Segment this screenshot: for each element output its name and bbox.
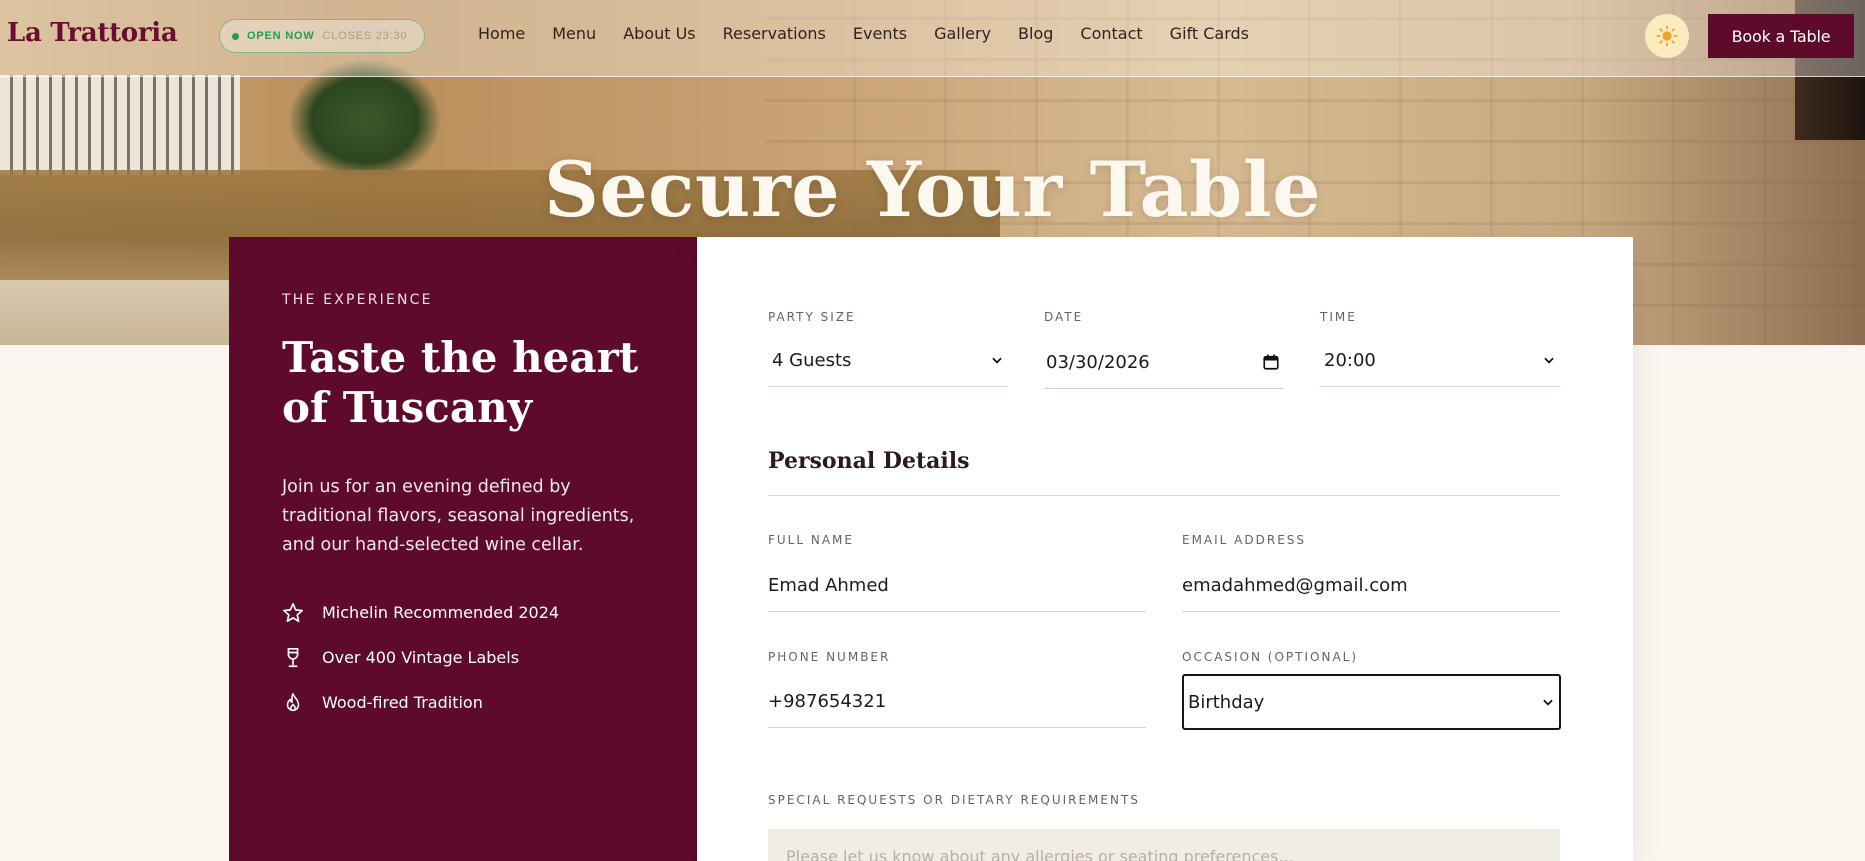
time-value: 20:00 (1324, 350, 1376, 371)
section-divider (768, 495, 1560, 496)
feature-list: Michelin Recommended 2024 Over 400 Vinta… (282, 590, 697, 725)
book-table-button[interactable]: Book a Table (1708, 14, 1854, 58)
chevron-down-icon (992, 357, 1002, 364)
time-select[interactable]: 20:00 (1320, 335, 1560, 387)
chevron-down-icon (1543, 699, 1553, 706)
party-size-select[interactable]: 4 Guests (768, 335, 1008, 387)
full-name-value: Emad Ahmed (768, 575, 889, 596)
feature-label: Michelin Recommended 2024 (322, 603, 560, 622)
wine-glass-icon (282, 647, 322, 669)
calendar-icon[interactable] (1262, 353, 1280, 371)
navbar: La Trattoria OPEN NOW CLOSES 23:30 Home … (0, 0, 1865, 77)
nav-link-menu[interactable]: Menu (552, 24, 596, 43)
experience-description: Join us for an evening defined by tradit… (282, 477, 635, 555)
main-nav: Home Menu About Us Reservations Events G… (478, 24, 1276, 43)
full-name-input[interactable]: Emad Ahmed (768, 560, 1146, 612)
nav-link-gallery[interactable]: Gallery (934, 24, 991, 43)
occasion-select[interactable]: Birthday (1182, 674, 1561, 730)
special-requests-placeholder: Please let us know about any allergies o… (786, 847, 1294, 861)
date-input[interactable]: 03/30/2026 (1044, 337, 1284, 389)
nav-link-gift-cards[interactable]: Gift Cards (1170, 24, 1249, 43)
nav-link-contact[interactable]: Contact (1080, 24, 1142, 43)
chevron-down-icon (1544, 357, 1554, 364)
open-status-badge: OPEN NOW CLOSES 23:30 (219, 19, 425, 53)
reservation-form: PARTY SIZE 4 Guests DATE 03/30/2026 TIME… (697, 237, 1633, 861)
feature-label: Wood-fired Tradition (322, 693, 483, 712)
feature-wine: Over 400 Vintage Labels (282, 635, 697, 680)
status-open-text: OPEN NOW (247, 30, 315, 42)
personal-details-heading: Personal Details (768, 448, 970, 474)
status-dot-icon (232, 32, 239, 40)
email-value: emadahmed@gmail.com (1182, 575, 1408, 596)
phone-input[interactable]: +987654321 (768, 676, 1146, 728)
phone-value: +987654321 (768, 691, 887, 712)
nav-link-reservations[interactable]: Reservations (723, 24, 826, 43)
special-requests-textarea[interactable]: Please let us know about any allergies o… (768, 829, 1560, 861)
feature-label: Over 400 Vintage Labels (322, 648, 520, 667)
date-value: 03/30/2026 (1046, 352, 1150, 373)
nav-link-events[interactable]: Events (853, 24, 907, 43)
sun-icon (1656, 25, 1678, 47)
experience-panel: THE EXPERIENCE Taste the heart of Tuscan… (229, 237, 697, 861)
occasion-value: Birthday (1188, 691, 1265, 713)
nav-link-blog[interactable]: Blog (1018, 24, 1053, 43)
feature-wood-fired: Wood-fired Tradition (282, 680, 697, 725)
theme-toggle-button[interactable] (1645, 14, 1689, 58)
star-icon (282, 602, 322, 624)
email-label: EMAIL ADDRESS (1182, 533, 1307, 547)
occasion-label: OCCASION (OPTIONAL) (1182, 650, 1359, 664)
flame-icon (282, 692, 322, 714)
feature-michelin: Michelin Recommended 2024 (282, 590, 697, 635)
time-label: TIME (1320, 310, 1357, 324)
phone-label: PHONE NUMBER (768, 650, 891, 664)
page-title: Secure Your Table (543, 145, 1322, 234)
full-name-label: FULL NAME (768, 533, 854, 547)
experience-eyebrow: THE EXPERIENCE (282, 292, 433, 308)
nav-link-about-us[interactable]: About Us (623, 24, 695, 43)
email-input[interactable]: emadahmed@gmail.com (1182, 560, 1560, 612)
party-size-label: PARTY SIZE (768, 310, 856, 324)
status-closing-time: CLOSES 23:30 (322, 30, 408, 42)
party-size-value: 4 Guests (772, 350, 852, 371)
date-label: DATE (1044, 310, 1084, 324)
brand-logo[interactable]: La Trattoria (7, 18, 178, 48)
special-requests-label: SPECIAL REQUESTS OR DIETARY REQUIREMENTS (768, 793, 1140, 807)
nav-link-home[interactable]: Home (478, 24, 525, 43)
experience-heading: Taste the heart of Tuscany (282, 333, 639, 432)
